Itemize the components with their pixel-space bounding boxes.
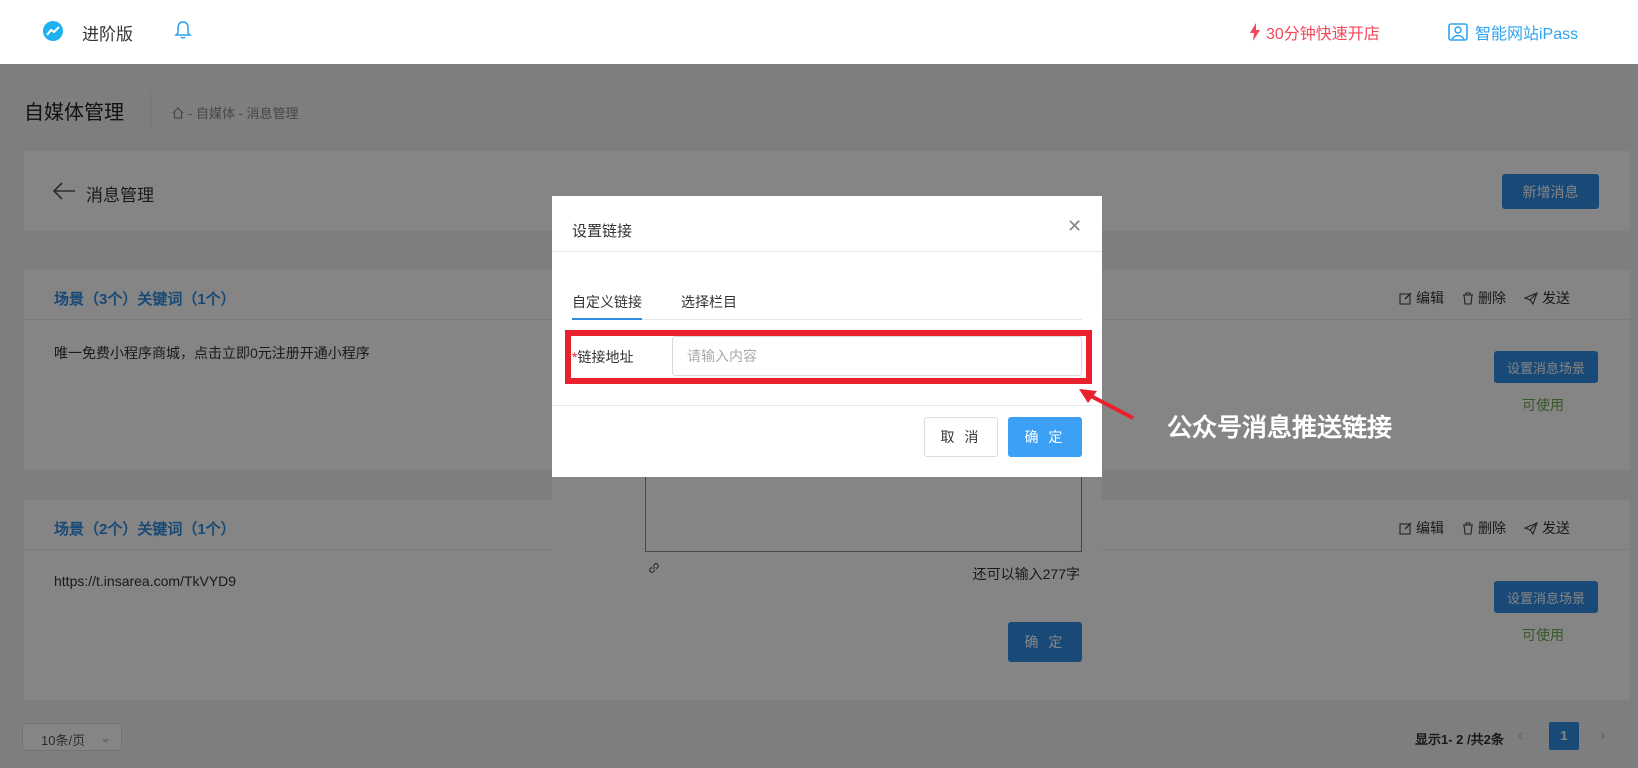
dialog-footer-divider bbox=[552, 405, 1102, 406]
active-tab-indicator bbox=[572, 318, 642, 320]
tab-select-column[interactable]: 选择栏目 bbox=[681, 292, 737, 312]
annotation-arrow-icon bbox=[1079, 389, 1134, 420]
dialog-title: 设置链接 bbox=[572, 223, 633, 240]
dialog-header-divider bbox=[552, 251, 1102, 252]
tab-custom-link[interactable]: 自定义链接 bbox=[572, 292, 642, 312]
cancel-button[interactable]: 取 消 bbox=[924, 417, 998, 457]
profile-frame-icon bbox=[1448, 23, 1468, 41]
trend-logo-icon bbox=[43, 21, 63, 41]
annotation-text: 公众号消息推送链接 bbox=[1167, 414, 1393, 442]
lightning-icon bbox=[1250, 23, 1260, 41]
close-icon[interactable]: ✕ bbox=[1067, 216, 1082, 237]
ipass-label: 智能网站iPass bbox=[1475, 26, 1579, 43]
annotation-highlight-box bbox=[565, 330, 1092, 384]
bell-icon[interactable] bbox=[174, 20, 192, 45]
ok-button[interactable]: 确 定 bbox=[1008, 417, 1082, 457]
quick-open-store-link[interactable]: 30分钟快速开店 bbox=[1249, 20, 1380, 44]
promo-label: 30分钟快速开店 bbox=[1266, 26, 1380, 43]
edition-label[interactable]: 进阶版 bbox=[82, 20, 133, 45]
ipass-link[interactable]: 智能网站iPass bbox=[1448, 20, 1578, 44]
tab-bar-line bbox=[572, 319, 1082, 320]
top-bar: 进阶版 30分钟快速开店 智能网站iPass bbox=[0, 0, 1638, 64]
